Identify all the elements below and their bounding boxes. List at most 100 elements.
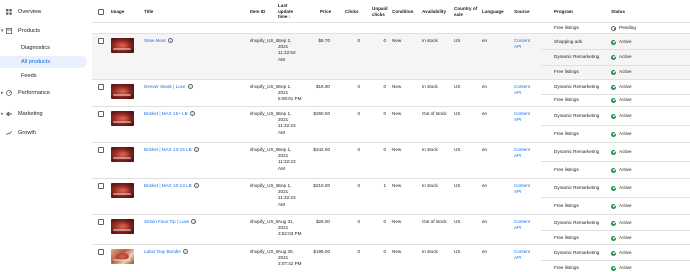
product-title[interactable]: Brisket | MAX 13-15 LB [144, 147, 199, 153]
product-image[interactable] [111, 111, 134, 126]
program-divider [541, 94, 690, 95]
info-icon[interactable] [189, 111, 195, 117]
performance-icon [6, 90, 12, 96]
check-circle-icon [611, 84, 616, 90]
source-link[interactable]: Content API [514, 111, 530, 123]
select-all-checkbox[interactable] [98, 9, 104, 15]
status-label: Active [619, 113, 632, 118]
image-detail [113, 48, 131, 50]
time-line: 5:08:01 PM [278, 96, 302, 102]
time-line: AM [278, 165, 285, 171]
header-last-update[interactable]: Last update time ↓ [278, 3, 302, 20]
price: $26.00 [315, 219, 330, 224]
unpaid-clicks: 0 [383, 38, 386, 43]
row-checkbox[interactable] [98, 219, 104, 225]
header-source[interactable]: Source [514, 9, 530, 15]
check-circle-icon [611, 113, 616, 119]
source-link[interactable]: Content API [514, 249, 530, 261]
header-price[interactable]: Price [320, 9, 331, 15]
image-detail [113, 259, 131, 261]
row-checkbox[interactable] [98, 111, 104, 117]
item-id: shopify_US_6 [250, 38, 279, 43]
product-image[interactable] [111, 219, 134, 234]
arrow-down-icon: ↓ [288, 14, 292, 20]
program-name: Dynamic Remarketing [554, 185, 600, 190]
clicks: 0 [357, 147, 360, 152]
product-title-text: Stew Meat [144, 38, 166, 43]
product-title[interactable]: Stew Meat [144, 38, 173, 44]
sidebar-item-overview[interactable]: Overview [0, 6, 90, 18]
source-link[interactable]: Content API [514, 38, 530, 50]
source-link[interactable]: Content API [514, 219, 530, 231]
header-clicks[interactable]: Clicks [345, 9, 359, 15]
info-icon[interactable] [193, 147, 199, 153]
product-title[interactable]: Brisket | MAX 15+ LB [144, 111, 195, 117]
product-image[interactable] [111, 183, 134, 198]
product-image[interactable] [111, 84, 134, 99]
product-image[interactable] [111, 147, 134, 162]
program-name: Free listings [554, 167, 579, 172]
program-divider [541, 197, 690, 198]
row-checkbox[interactable] [98, 249, 104, 255]
header-language[interactable]: Language [482, 9, 504, 15]
sidebar-item-label: Performance [18, 90, 51, 96]
product-title[interactable]: Labor Day Bundle [144, 249, 188, 255]
product-image[interactable] [111, 249, 134, 264]
source-line: API [514, 225, 522, 231]
product-image[interactable] [111, 38, 134, 53]
product-title[interactable]: Sirloin Faux Tip | Luxe [144, 219, 197, 225]
program-divider [541, 65, 690, 66]
last-update-time: Sep 1, 2021 11:32:23 AM [278, 111, 308, 136]
grid-icon [6, 9, 12, 15]
info-icon[interactable] [182, 249, 188, 255]
header-status: Status [611, 9, 626, 14]
item-id: shopify_US_6 [250, 147, 279, 152]
header-availability[interactable]: Availability [422, 9, 446, 15]
sidebar-item-marketing[interactable]: ▸ Marketing [0, 108, 90, 120]
row-checkbox[interactable] [98, 84, 104, 90]
row-checkbox[interactable] [98, 38, 104, 44]
header-condition[interactable]: Condition [392, 9, 413, 15]
item-id: shopify_US_6 [250, 249, 279, 254]
item-id: shopify_US_6 [250, 111, 279, 116]
header-item-id[interactable]: Item ID [250, 9, 265, 15]
language: en [482, 38, 488, 43]
availability: In stock [422, 249, 438, 254]
source-link[interactable]: Content API [514, 147, 530, 159]
sidebar-item-products[interactable]: ▾ Products [0, 25, 90, 37]
row-checkbox[interactable] [98, 183, 104, 189]
info-icon[interactable] [167, 38, 173, 44]
sidebar-item-all-products[interactable]: All products [0, 56, 87, 68]
header-unpaid-clicks[interactable]: Unpaid clicks [372, 6, 392, 17]
country-of-sale: US [454, 84, 461, 89]
sidebar-item-feeds[interactable]: Feeds [0, 70, 90, 82]
last-update-time: Sep 2, 2021 11:22:53 AM [278, 38, 308, 63]
product-title[interactable]: Denver Steak | Luxe [144, 84, 193, 90]
product-title[interactable]: Brisket | MAX 10-13 LB [144, 183, 199, 189]
table-row: Sirloin Faux Tip | Luxe shopify_US_6Aug 3… [92, 215, 690, 245]
item-id: shopify_US_6 [250, 219, 279, 224]
source-link[interactable]: Content API [514, 183, 530, 195]
sidebar-item-diagnostics[interactable]: Diagnostics [0, 42, 90, 54]
header-country[interactable]: Country of sale [454, 6, 478, 17]
price: $8.70 [318, 38, 331, 43]
last-update-time: Sep 1, 2021 11:32:23 AM [278, 183, 308, 208]
source-line: API [514, 255, 522, 261]
trending-up-icon [6, 130, 12, 136]
header-title[interactable]: Title [144, 9, 153, 15]
program-name: Dynamic Remarketing [554, 113, 600, 118]
sidebar-item-label: Diagnostics [21, 45, 50, 51]
price: $242.00 [313, 147, 330, 152]
time-line: AM [278, 129, 285, 135]
sidebar-item-performance[interactable]: ▸ Performance [0, 87, 90, 99]
row-checkbox[interactable] [98, 147, 104, 153]
info-icon[interactable] [193, 183, 199, 189]
status-label: Active [619, 185, 632, 190]
program-name: Free listings [554, 97, 579, 102]
check-circle-icon [611, 167, 616, 173]
info-icon[interactable] [187, 84, 193, 90]
info-icon[interactable] [191, 219, 197, 225]
status-label: Active [619, 69, 632, 74]
source-link[interactable]: Content API [514, 84, 530, 96]
sidebar-item-growth[interactable]: Growth [0, 127, 90, 139]
